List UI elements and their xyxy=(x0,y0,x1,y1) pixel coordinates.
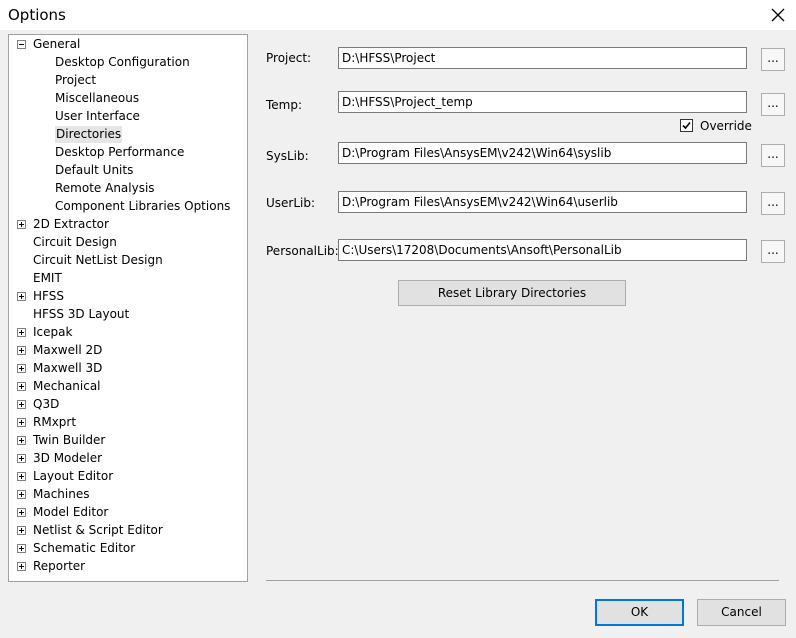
tree-item-label: HFSS xyxy=(33,289,64,303)
expand-plus-icon[interactable] xyxy=(17,292,26,301)
temp-field[interactable]: D:\HFSS\Project_temp xyxy=(338,91,747,113)
tree-item-label: Remote Analysis xyxy=(55,181,155,195)
expand-plus-icon[interactable] xyxy=(17,346,26,355)
project-label: Project: xyxy=(266,51,312,65)
expand-plus-icon[interactable] xyxy=(17,562,26,571)
tree-item-label: Model Editor xyxy=(33,505,109,519)
tree-item-label: User Interface xyxy=(55,109,140,123)
project-browse-button[interactable]: ... xyxy=(761,48,785,71)
window-title: Options xyxy=(8,6,66,24)
expand-plus-icon[interactable] xyxy=(17,220,26,229)
tree-item-label: Icepak xyxy=(33,325,73,339)
tree-item-label: 2D Extractor xyxy=(33,217,109,231)
checkmark-icon xyxy=(682,121,691,130)
userlib-field[interactable]: D:\Program Files\AnsysEM\v242\Win64\user… xyxy=(338,191,747,213)
override-checkbox[interactable] xyxy=(680,119,693,132)
override-label: Override xyxy=(700,119,752,133)
tree-item-label: EMIT xyxy=(33,271,62,285)
syslib-browse-button[interactable]: ... xyxy=(761,144,785,167)
tree-item-label: Q3D xyxy=(33,397,60,411)
syslib-label: SysLib: xyxy=(266,149,309,163)
temp-label: Temp: xyxy=(266,98,303,112)
expand-plus-icon[interactable] xyxy=(17,526,26,535)
cancel-button[interactable]: Cancel xyxy=(697,599,786,626)
close-button[interactable] xyxy=(760,0,796,30)
tree-item-label: Project xyxy=(55,73,97,87)
tree-item-label: Netlist & Script Editor xyxy=(33,523,163,537)
expand-plus-icon[interactable] xyxy=(17,418,26,427)
personallib-field[interactable]: C:\Users\17208\Documents\Ansoft\Personal… xyxy=(338,239,747,261)
tree-item-label: Default Units xyxy=(55,163,134,177)
userlib-label: UserLib: xyxy=(266,196,316,210)
expand-plus-icon[interactable] xyxy=(17,328,26,337)
syslib-field[interactable]: D:\Program Files\AnsysEM\v242\Win64\sysl… xyxy=(338,142,747,164)
options-tree[interactable]: General Desktop Configuration Project Misce… xyxy=(8,34,248,582)
tree-item-label: Maxwell 3D xyxy=(33,361,103,375)
tree-item-label: Schematic Editor xyxy=(33,541,136,555)
tree-item-label: Layout Editor xyxy=(33,469,114,483)
tree-item-label: Maxwell 2D xyxy=(33,343,103,357)
separator xyxy=(266,580,779,581)
tree-item-label: Desktop Configuration xyxy=(55,55,190,69)
expand-plus-icon[interactable] xyxy=(17,472,26,481)
ok-button[interactable]: OK xyxy=(595,599,684,626)
expand-plus-icon[interactable] xyxy=(17,364,26,373)
project-field[interactable]: D:\HFSS\Project xyxy=(338,47,747,69)
tree-item-label: Circuit Design xyxy=(33,235,117,249)
expand-plus-icon[interactable] xyxy=(17,544,26,553)
temp-browse-button[interactable]: ... xyxy=(761,93,785,116)
collapse-minus-icon[interactable] xyxy=(17,40,26,49)
tree-item-label: Twin Builder xyxy=(33,433,106,447)
tree-item-label: Circuit NetList Design xyxy=(33,253,163,267)
expand-plus-icon[interactable] xyxy=(17,382,26,391)
tree-item-label: 3D Modeler xyxy=(33,451,103,465)
reset-library-directories-button[interactable]: Reset Library Directories xyxy=(398,280,626,306)
expand-plus-icon[interactable] xyxy=(17,400,26,409)
close-icon xyxy=(771,8,785,22)
expand-plus-icon[interactable] xyxy=(17,508,26,517)
tree-item-label: Directories xyxy=(55,126,123,143)
expand-plus-icon[interactable] xyxy=(17,436,26,445)
personallib-browse-button[interactable]: ... xyxy=(761,240,785,263)
personallib-label: PersonalLib: xyxy=(266,244,339,258)
tree-item-label: RMxprt xyxy=(33,415,77,429)
expand-plus-icon[interactable] xyxy=(17,454,26,463)
userlib-browse-button[interactable]: ... xyxy=(761,192,785,215)
tree-item-label: Component Libraries Options xyxy=(55,199,231,213)
tree-item-label: Reporter xyxy=(33,559,86,573)
tree-item-label: HFSS 3D Layout xyxy=(33,307,130,321)
tree-item-label: Mechanical xyxy=(33,379,101,393)
expand-plus-icon[interactable] xyxy=(17,490,26,499)
title-bar: Options xyxy=(0,0,796,30)
tree-item-label: Desktop Performance xyxy=(55,145,185,159)
tree-item-label: Miscellaneous xyxy=(55,91,140,105)
tree-item-label: Machines xyxy=(33,487,90,501)
tree-item-label: General xyxy=(33,37,81,51)
